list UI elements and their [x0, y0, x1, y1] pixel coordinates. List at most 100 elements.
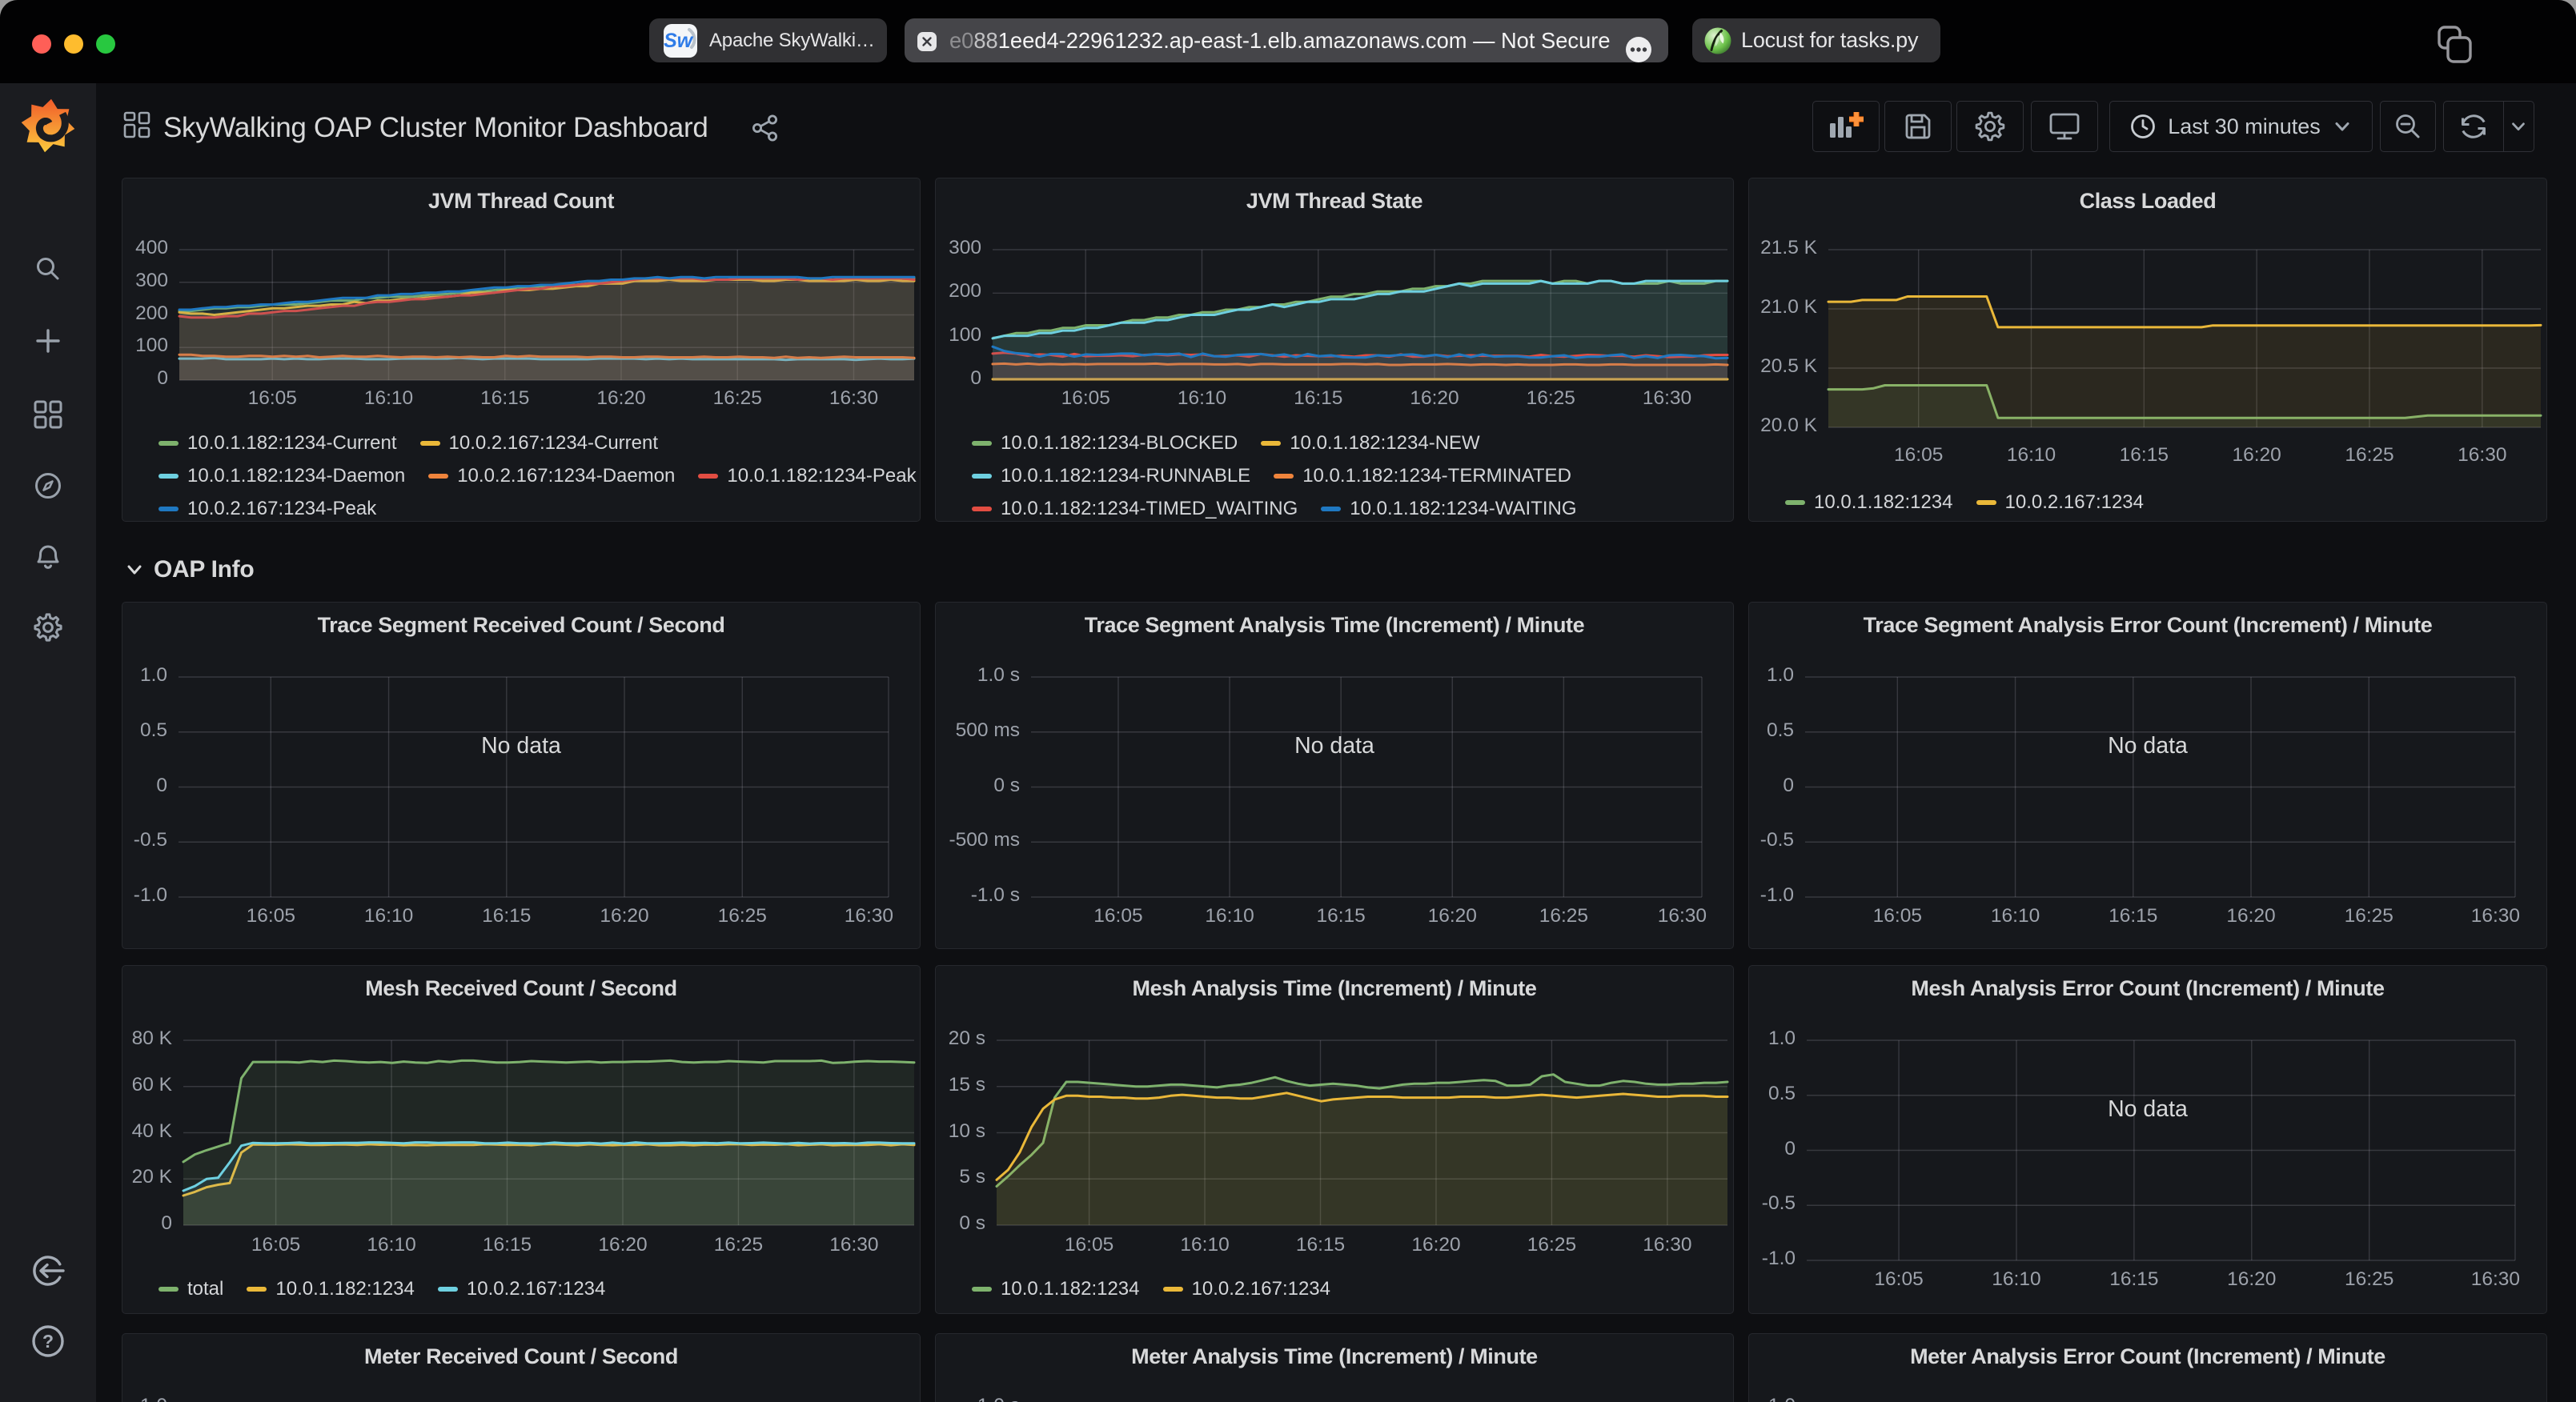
tab-title: Locust for tasks.py	[1741, 28, 1918, 53]
traffic-light-close[interactable]	[32, 34, 51, 54]
sidebar-item-dashboards[interactable]	[0, 399, 96, 430]
legend-series-name: 10.0.1.182:1234	[1001, 1278, 1140, 1300]
panel-meter-analysis: Meter Analysis Time (Increment) / Minute…	[935, 1333, 1734, 1402]
chart-trace-received[interactable]	[122, 603, 921, 949]
sidebar-item-sign-in[interactable]	[0, 1253, 96, 1288]
panel-mesh-analysis: Mesh Analysis Time (Increment) / Minute0…	[935, 965, 1734, 1314]
no-data-label: No data	[1749, 1096, 2546, 1123]
traffic-light-zoom[interactable]	[96, 34, 115, 54]
chart-class-loaded[interactable]	[1749, 178, 2547, 522]
no-data-label: No data	[1749, 733, 2546, 759]
legend-series-name: 10.0.2.167:1234	[467, 1278, 606, 1300]
legend-item[interactable]: 10.0.2.167:1234-Daemon	[428, 465, 675, 487]
legend-series-name: 10.0.1.182:1234-TIMED_WAITING	[1001, 498, 1298, 520]
legend-item[interactable]: 10.0.1.182:1234-Peak	[698, 465, 916, 487]
panel-mesh-received: Mesh Received Count / Second020 K40 K60 …	[122, 965, 921, 1314]
legend-series-name: total	[187, 1278, 223, 1300]
legend-item[interactable]: 10.0.1.182:1234	[1785, 491, 1953, 514]
legend-series-name: 10.0.2.167:1234	[1192, 1278, 1331, 1300]
legend-item[interactable]: 10.0.1.182:1234-Current	[158, 432, 397, 455]
legend-series-dash	[972, 474, 992, 479]
dashboard-title[interactable]: SkyWalking OAP Cluster Monitor Dashboard	[163, 112, 708, 144]
tab-more-button[interactable]	[1626, 37, 1651, 62]
legend-item[interactable]: 10.0.2.167:1234	[1976, 491, 2145, 514]
browser-tab-active-url[interactable]: e0881eed4-22961232.ap-east-1.elb.amazona…	[905, 18, 1668, 62]
share-icon[interactable]	[751, 114, 780, 142]
legend-item[interactable]: 10.0.1.182:1234	[972, 1278, 1140, 1300]
dashboard-header: SkyWalking OAP Cluster Monitor Dashboard	[96, 83, 2576, 178]
sidebar-item-configuration[interactable]	[0, 612, 96, 643]
chart-mesh-received[interactable]	[122, 966, 921, 1314]
add-panel-button[interactable]	[1812, 101, 1880, 152]
no-data-label: No data	[122, 733, 920, 759]
sign-in-icon	[30, 1253, 66, 1288]
legend-item[interactable]: 10.0.1.182:1234-TIMED_WAITING	[972, 498, 1298, 520]
time-range-picker[interactable]: Last 30 minutes	[2109, 101, 2373, 152]
refresh-split-button	[2443, 101, 2534, 152]
time-range-label: Last 30 minutes	[2168, 114, 2321, 139]
legend-series-name: 10.0.1.182:1234-NEW	[1290, 432, 1479, 455]
panel-title[interactable]: Meter Analysis Error Count (Increment) /…	[1749, 1344, 2546, 1369]
dashboard-grid-icon[interactable]	[123, 111, 150, 138]
sidebar-item-explore[interactable]	[0, 471, 96, 501]
browser-tab-skywalking[interactable]: Sw Apache SkyWalki…	[649, 18, 887, 62]
legend-item[interactable]: total	[158, 1278, 223, 1300]
sidebar-item-help[interactable]: ?	[0, 1324, 96, 1359]
legend-item[interactable]: 10.0.2.167:1234-Peak	[158, 498, 376, 520]
dashboard-settings-button[interactable]	[1956, 101, 2024, 152]
legend-item[interactable]: 10.0.1.182:1234-WAITING	[1321, 498, 1576, 520]
legend-series-dash	[1976, 500, 1996, 505]
browser-window: Sw Apache SkyWalki… e0881eed4-22961232.a…	[0, 0, 2576, 1402]
legend-item[interactable]: 10.0.2.167:1234	[438, 1278, 606, 1300]
legend-item[interactable]: 10.0.2.167:1234-Current	[420, 432, 659, 455]
panel-trace-error: Trace Segment Analysis Error Count (Incr…	[1748, 602, 2547, 949]
legend-item[interactable]: 10.0.1.182:1234-TERMINATED	[1274, 465, 1571, 487]
compass-icon	[33, 471, 63, 501]
chevron-down-icon	[123, 559, 146, 581]
legend-series-dash	[247, 1287, 267, 1292]
zoom-out-icon	[2393, 111, 2423, 142]
traffic-light-minimize[interactable]	[64, 34, 83, 54]
panel-title[interactable]: Meter Analysis Time (Increment) / Minute	[936, 1344, 1733, 1369]
y-axis-label: 1.0	[1748, 1395, 1796, 1402]
legend-item[interactable]: 10.0.2.167:1234	[1163, 1278, 1331, 1300]
clock-icon	[2129, 113, 2157, 140]
legend-item[interactable]: 10.0.1.182:1234-RUNNABLE	[972, 465, 1250, 487]
tab-close-button[interactable]	[917, 32, 937, 51]
tab-overview-icon[interactable]	[2437, 25, 2474, 65]
zoom-out-button[interactable]	[2380, 101, 2436, 152]
cycle-view-mode-button[interactable]	[2031, 101, 2098, 152]
chart-trace-analysis[interactable]	[936, 603, 1734, 949]
panel-title[interactable]: Meter Received Count / Second	[122, 1344, 920, 1369]
refresh-interval-dropdown[interactable]	[2504, 102, 2534, 151]
monitor-icon	[2048, 111, 2080, 142]
legend-series-dash	[972, 1287, 992, 1292]
sidebar-item-create[interactable]	[0, 326, 96, 355]
gear-icon	[1974, 110, 2006, 142]
sidebar: ?	[0, 83, 96, 1402]
sidebar-item-alerting[interactable]	[0, 543, 96, 573]
sidebar-item-search[interactable]	[0, 254, 96, 283]
legend-row: 10.0.1.182:1234-Daemon 10.0.2.167:1234-Da…	[158, 464, 917, 488]
legend-series-dash	[1163, 1287, 1183, 1292]
grafana-logo[interactable]	[0, 98, 96, 153]
row-header-oap-info[interactable]: OAP Info	[123, 544, 254, 595]
chart-trace-error[interactable]	[1749, 603, 2547, 949]
legend-row: 10.0.1.182:1234 10.0.2.167:1234	[972, 1277, 1330, 1301]
legend-series-name: 10.0.2.167:1234	[2005, 491, 2145, 514]
save-dashboard-button[interactable]	[1884, 101, 1952, 152]
gear-icon	[33, 612, 63, 643]
legend-item[interactable]: 10.0.1.182:1234	[247, 1278, 415, 1300]
chart-mesh-analysis[interactable]	[936, 966, 1734, 1314]
legend-item[interactable]: 10.0.1.182:1234-Daemon	[158, 465, 405, 487]
refresh-button[interactable]	[2444, 102, 2504, 151]
legend-item[interactable]: 10.0.1.182:1234-BLOCKED	[972, 432, 1238, 455]
chart-mesh-error[interactable]	[1749, 966, 2547, 1314]
browser-tab-locust[interactable]: Locust for tasks.py	[1692, 18, 1940, 62]
legend-series-dash	[1274, 474, 1294, 479]
row-section-label: OAP Info	[154, 556, 254, 583]
legend-series-name: 10.0.2.167:1234-Peak	[187, 498, 376, 520]
legend-item[interactable]: 10.0.1.182:1234-NEW	[1261, 432, 1479, 455]
legend-series-name: 10.0.2.167:1234-Current	[449, 432, 659, 455]
help-glyph: ?	[42, 1331, 54, 1352]
